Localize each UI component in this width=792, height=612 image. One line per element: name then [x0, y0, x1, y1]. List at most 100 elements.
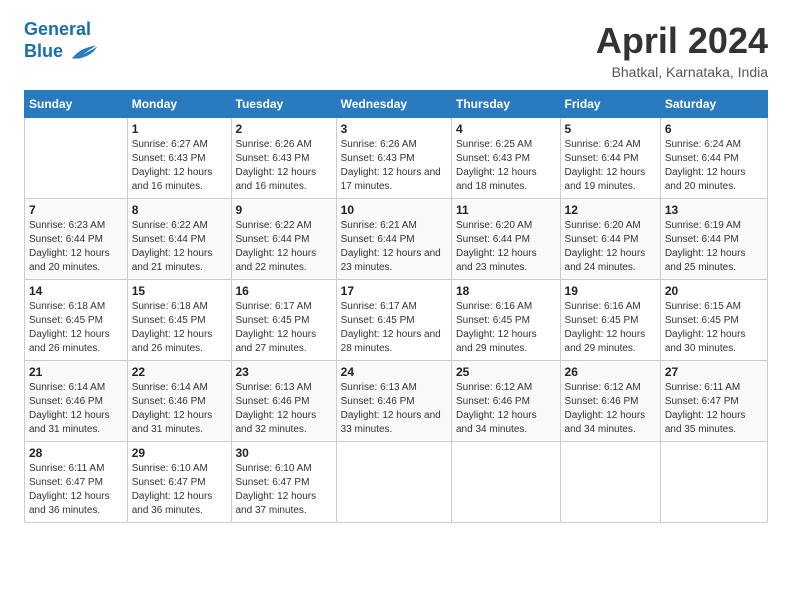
- day-info: Sunrise: 6:18 AMSunset: 6:45 PMDaylight:…: [132, 300, 227, 356]
- day-number: 21: [29, 365, 123, 379]
- day-info: Sunrise: 6:19 AMSunset: 6:44 PMDaylight:…: [665, 219, 763, 275]
- day-number: 18: [456, 284, 556, 298]
- day-number: 19: [565, 284, 656, 298]
- day-info: Sunrise: 6:21 AMSunset: 6:44 PMDaylight:…: [341, 219, 447, 275]
- day-info: Sunrise: 6:13 AMSunset: 6:46 PMDaylight:…: [341, 381, 447, 437]
- day-info: Sunrise: 6:11 AMSunset: 6:47 PMDaylight:…: [29, 462, 123, 518]
- day-info: Sunrise: 6:26 AMSunset: 6:43 PMDaylight:…: [236, 138, 332, 194]
- calendar-cell: 1Sunrise: 6:27 AMSunset: 6:43 PMDaylight…: [127, 118, 231, 199]
- day-info: Sunrise: 6:24 AMSunset: 6:44 PMDaylight:…: [565, 138, 656, 194]
- col-header-tuesday: Tuesday: [231, 91, 336, 118]
- day-number: 30: [236, 446, 332, 460]
- calendar-cell: 23Sunrise: 6:13 AMSunset: 6:46 PMDayligh…: [231, 361, 336, 442]
- day-info: Sunrise: 6:14 AMSunset: 6:46 PMDaylight:…: [132, 381, 227, 437]
- calendar-cell: 12Sunrise: 6:20 AMSunset: 6:44 PMDayligh…: [560, 199, 660, 280]
- day-number: 15: [132, 284, 227, 298]
- calendar-cell: 30 Sunrise: 6:10 AMSunset: 6:47 PMDayligh…: [231, 442, 336, 523]
- day-info: Sunrise: 6:16 AMSunset: 6:45 PMDaylight:…: [456, 300, 556, 356]
- day-info: Sunrise: 6:12 AMSunset: 6:46 PMDaylight:…: [456, 381, 556, 437]
- calendar-cell: 11 Sunrise: 6:20 AMSunset: 6:44 PMDayligh…: [452, 199, 561, 280]
- calendar-cell: [660, 442, 767, 523]
- day-number: 7: [29, 203, 123, 217]
- calendar-week-row: 1Sunrise: 6:27 AMSunset: 6:43 PMDaylight…: [25, 118, 768, 199]
- day-number: 4: [456, 122, 556, 136]
- calendar-cell: 13 Sunrise: 6:19 AMSunset: 6:44 PMDayligh…: [660, 199, 767, 280]
- day-info: Sunrise: 6:18 AMSunset: 6:45 PMDaylight:…: [29, 300, 123, 356]
- day-number: 24: [341, 365, 447, 379]
- day-number: 13: [665, 203, 763, 217]
- day-number: 14: [29, 284, 123, 298]
- calendar-cell: 17 Sunrise: 6:17 AMSunset: 6:45 PMDayligh…: [336, 280, 451, 361]
- day-number: 10: [341, 203, 447, 217]
- day-info: Sunrise: 6:16 AMSunset: 6:45 PMDaylight:…: [565, 300, 656, 356]
- day-info: Sunrise: 6:17 AMSunset: 6:45 PMDaylight:…: [341, 300, 447, 356]
- day-info: Sunrise: 6:20 AMSunset: 6:44 PMDaylight:…: [456, 219, 556, 275]
- day-number: 6: [665, 122, 763, 136]
- col-header-saturday: Saturday: [660, 91, 767, 118]
- day-info: Sunrise: 6:26 AMSunset: 6:43 PMDaylight:…: [341, 138, 447, 194]
- calendar-cell: 27 Sunrise: 6:11 AMSunset: 6:47 PMDayligh…: [660, 361, 767, 442]
- col-header-thursday: Thursday: [452, 91, 561, 118]
- day-number: 17: [341, 284, 447, 298]
- day-number: 26: [565, 365, 656, 379]
- calendar-cell: 15 Sunrise: 6:18 AMSunset: 6:45 PMDayligh…: [127, 280, 231, 361]
- day-number: 29: [132, 446, 227, 460]
- day-info: Sunrise: 6:27 AMSunset: 6:43 PMDaylight:…: [132, 138, 227, 194]
- logo: General Blue: [24, 20, 98, 64]
- logo-line2: Blue: [24, 41, 63, 61]
- col-header-monday: Monday: [127, 91, 231, 118]
- day-info: Sunrise: 6:10 AMSunset: 6:47 PMDaylight:…: [236, 462, 332, 518]
- calendar-cell: 26 Sunrise: 6:12 AMSunset: 6:46 PMDayligh…: [560, 361, 660, 442]
- calendar-cell: [25, 118, 128, 199]
- day-info: Sunrise: 6:12 AMSunset: 6:46 PMDaylight:…: [565, 381, 656, 437]
- title-block: April 2024 Bhatkal, Karnataka, India: [596, 20, 768, 80]
- main-title: April 2024: [596, 20, 768, 62]
- calendar-cell: 25 Sunrise: 6:12 AMSunset: 6:46 PMDayligh…: [452, 361, 561, 442]
- calendar-table: SundayMondayTuesdayWednesdayThursdayFrid…: [24, 90, 768, 523]
- day-number: 5: [565, 122, 656, 136]
- location-subtitle: Bhatkal, Karnataka, India: [596, 64, 768, 80]
- day-info: Sunrise: 6:23 AMSunset: 6:44 PMDaylight:…: [29, 219, 123, 275]
- day-number: 27: [665, 365, 763, 379]
- day-info: Sunrise: 6:22 AMSunset: 6:44 PMDaylight:…: [132, 219, 227, 275]
- day-info: Sunrise: 6:10 AMSunset: 6:47 PMDaylight:…: [132, 462, 227, 518]
- day-number: 23: [236, 365, 332, 379]
- day-number: 25: [456, 365, 556, 379]
- calendar-cell: 9Sunrise: 6:22 AMSunset: 6:44 PMDaylight…: [231, 199, 336, 280]
- logo-bird-icon: [70, 40, 98, 64]
- logo-line1: General: [24, 19, 91, 39]
- calendar-week-row: 28 Sunrise: 6:11 AMSunset: 6:47 PMDayligh…: [25, 442, 768, 523]
- col-header-friday: Friday: [560, 91, 660, 118]
- day-info: Sunrise: 6:20 AMSunset: 6:44 PMDaylight:…: [565, 219, 656, 275]
- calendar-cell: 6 Sunrise: 6:24 AMSunset: 6:44 PMDaylight…: [660, 118, 767, 199]
- calendar-cell: 28 Sunrise: 6:11 AMSunset: 6:47 PMDayligh…: [25, 442, 128, 523]
- calendar-cell: 4Sunrise: 6:25 AMSunset: 6:43 PMDaylight…: [452, 118, 561, 199]
- calendar-cell: 24 Sunrise: 6:13 AMSunset: 6:46 PMDayligh…: [336, 361, 451, 442]
- calendar-cell: 3Sunrise: 6:26 AMSunset: 6:43 PMDaylight…: [336, 118, 451, 199]
- day-info: Sunrise: 6:15 AMSunset: 6:45 PMDaylight:…: [665, 300, 763, 356]
- calendar-week-row: 7 Sunrise: 6:23 AMSunset: 6:44 PMDaylight…: [25, 199, 768, 280]
- col-header-wednesday: Wednesday: [336, 91, 451, 118]
- day-number: 28: [29, 446, 123, 460]
- calendar-cell: [560, 442, 660, 523]
- calendar-cell: 18 Sunrise: 6:16 AMSunset: 6:45 PMDayligh…: [452, 280, 561, 361]
- calendar-cell: 7 Sunrise: 6:23 AMSunset: 6:44 PMDaylight…: [25, 199, 128, 280]
- calendar-cell: 8 Sunrise: 6:22 AMSunset: 6:44 PMDaylight…: [127, 199, 231, 280]
- calendar-week-row: 14 Sunrise: 6:18 AMSunset: 6:45 PMDayligh…: [25, 280, 768, 361]
- day-number: 2: [236, 122, 332, 136]
- day-info: Sunrise: 6:22 AMSunset: 6:44 PMDaylight:…: [236, 219, 332, 275]
- day-info: Sunrise: 6:11 AMSunset: 6:47 PMDaylight:…: [665, 381, 763, 437]
- calendar-cell: 16Sunrise: 6:17 AMSunset: 6:45 PMDayligh…: [231, 280, 336, 361]
- day-number: 16: [236, 284, 332, 298]
- page-header: General Blue April 2024 Bhatkal, Karnata…: [24, 20, 768, 80]
- day-number: 8: [132, 203, 227, 217]
- day-info: Sunrise: 6:24 AMSunset: 6:44 PMDaylight:…: [665, 138, 763, 194]
- calendar-cell: 20 Sunrise: 6:15 AMSunset: 6:45 PMDayligh…: [660, 280, 767, 361]
- calendar-header-row: SundayMondayTuesdayWednesdayThursdayFrid…: [25, 91, 768, 118]
- calendar-cell: 19 Sunrise: 6:16 AMSunset: 6:45 PMDayligh…: [560, 280, 660, 361]
- calendar-cell: 5 Sunrise: 6:24 AMSunset: 6:44 PMDaylight…: [560, 118, 660, 199]
- day-number: 20: [665, 284, 763, 298]
- day-info: Sunrise: 6:14 AMSunset: 6:46 PMDaylight:…: [29, 381, 123, 437]
- day-number: 11: [456, 203, 556, 217]
- calendar-cell: 14 Sunrise: 6:18 AMSunset: 6:45 PMDayligh…: [25, 280, 128, 361]
